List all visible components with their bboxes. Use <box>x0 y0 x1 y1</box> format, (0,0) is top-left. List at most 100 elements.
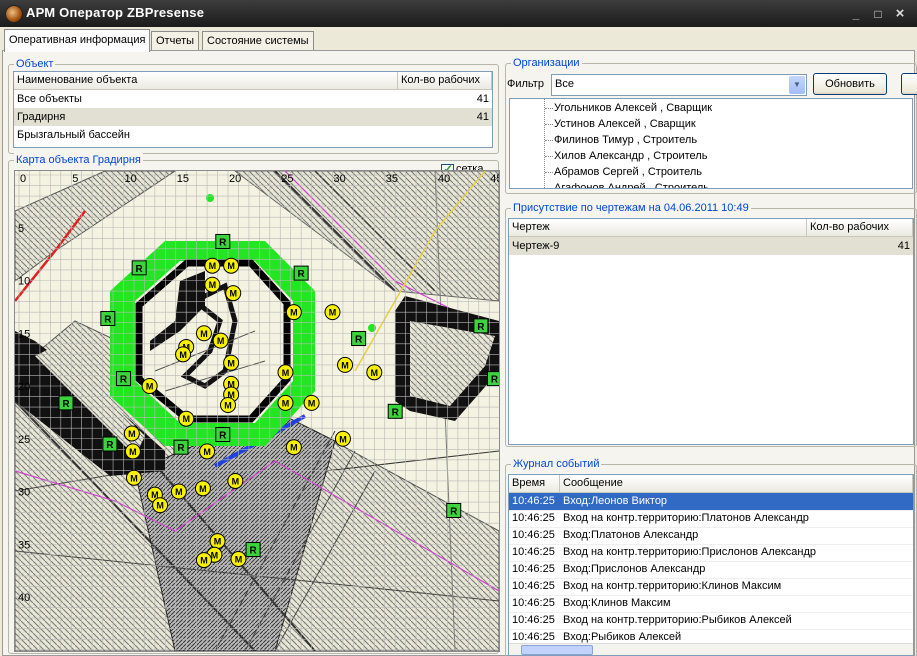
table-row-selected[interactable]: Чертеж-9 41 <box>509 237 913 255</box>
r-marker[interactable]: R <box>116 371 131 387</box>
column-header-message[interactable]: Сообщение <box>560 475 913 492</box>
m-marker[interactable]: M <box>199 443 216 460</box>
x-tick-label: 20 <box>229 173 241 185</box>
tree-item-worker[interactable]: Абрамов Сергей , Строитель <box>554 164 702 180</box>
m-marker[interactable]: M <box>277 394 294 411</box>
r-marker[interactable]: R <box>293 265 309 281</box>
m-marker[interactable]: M <box>230 551 247 568</box>
r-marker[interactable]: R <box>100 310 116 326</box>
r-marker[interactable]: R <box>215 427 231 443</box>
column-header-worker-count[interactable]: Кол-во рабочих <box>807 219 913 236</box>
r-marker[interactable]: R <box>351 331 367 347</box>
table-row-selected[interactable]: Градирня 41 <box>14 108 492 126</box>
x-tick-label: 5 <box>72 173 78 185</box>
m-marker[interactable]: M <box>285 304 302 321</box>
tab-reports[interactable]: Отчеты <box>151 31 200 50</box>
table-row[interactable]: 10:46:25 Вход на контр.территорию:Прислон… <box>509 544 913 562</box>
m-marker[interactable]: M <box>125 469 142 486</box>
m-marker[interactable]: M <box>223 354 240 371</box>
organizations-tree[interactable]: Угольников Алексей , Сварщик Устинов Але… <box>509 98 913 189</box>
r-marker[interactable]: R <box>473 318 489 334</box>
r-marker[interactable]: R <box>58 395 74 411</box>
table-row[interactable]: Все объекты 41 <box>14 90 492 108</box>
m-marker-label: M <box>308 398 316 408</box>
m-marker[interactable]: M <box>175 346 192 363</box>
r-marker-label: R <box>392 407 400 418</box>
m-marker[interactable]: M <box>204 257 221 274</box>
table-row[interactable]: Брызгальный бассейн <box>14 126 492 144</box>
maximize-button[interactable]: □ <box>868 6 888 22</box>
site-map-canvas[interactable]: 0 5 10 15 20 25 30 35 40 45 5 10 15 20 25 30 35 40 R R R R R… <box>15 171 499 651</box>
filter-select[interactable]: Все ▼ <box>551 74 807 96</box>
tree-item-worker[interactable]: Устинов Алексей , Сварщик <box>554 116 696 132</box>
r-marker[interactable]: R <box>486 371 499 387</box>
r-marker[interactable]: R <box>446 502 462 518</box>
tab-system-state[interactable]: Состояние системы <box>202 31 314 50</box>
m-marker[interactable]: M <box>227 472 244 489</box>
m-marker[interactable]: M <box>141 378 158 394</box>
r-marker[interactable]: R <box>173 439 189 455</box>
site-map[interactable]: 0 5 10 15 20 25 30 35 40 45 5 10 15 20 25 30 35 40 R R R R R… <box>14 170 500 652</box>
m-marker[interactable]: M <box>124 443 141 460</box>
tree-item-worker[interactable]: Хилов Александр , Строитель <box>554 148 707 164</box>
object-count-cell <box>398 126 492 144</box>
r-marker[interactable]: R <box>387 403 403 419</box>
r-marker[interactable]: R <box>245 542 261 558</box>
column-header-worker-count[interactable]: Кол-во рабочих <box>398 72 492 89</box>
m-marker-label: M <box>339 434 347 444</box>
tree-item-worker[interactable]: Угольников Алексей , Сварщик <box>554 100 712 116</box>
m-marker[interactable]: M <box>195 552 212 569</box>
tree-item-worker[interactable]: Агафонов Андрей , Строитель <box>554 180 709 188</box>
m-marker[interactable]: M <box>303 394 320 411</box>
m-marker[interactable]: M <box>194 480 211 497</box>
horizontal-scrollbar[interactable] <box>509 643 913 655</box>
column-header-drawing[interactable]: Чертеж <box>509 219 807 236</box>
column-header-time[interactable]: Время <box>509 475 560 492</box>
m-marker[interactable]: M <box>212 332 229 349</box>
column-header-object-name[interactable]: Наименование объекта <box>14 72 398 89</box>
m-marker[interactable]: M <box>225 285 242 302</box>
close-button[interactable]: × <box>890 6 910 22</box>
tree-connector <box>545 140 553 142</box>
tab-operational-info[interactable]: Оперативная информация <box>4 29 151 52</box>
m-marker-label: M <box>214 537 222 547</box>
m-marker[interactable]: M <box>178 410 195 427</box>
x-tick-label: 45 <box>490 173 499 185</box>
table-row-selected[interactable]: 10:46:25 Вход:Леонов Виктор <box>509 493 913 511</box>
r-marker[interactable]: R <box>131 260 147 276</box>
table-row[interactable]: 10:46:25 Вход на контр.территорию:Клинов … <box>509 578 913 596</box>
tree-connector <box>544 99 546 188</box>
m-marker[interactable]: M <box>324 304 341 321</box>
extra-button[interactable] <box>901 73 917 95</box>
table-row[interactable]: 10:46:25 Вход:Платонов Александр <box>509 527 913 545</box>
table-row[interactable]: 10:46:25 Вход на контр.территорию:Рыбиков… <box>509 612 913 630</box>
event-time-cell: 10:46:25 <box>512 529 555 541</box>
tree-item-worker[interactable]: Филинов Тимур , Строитель <box>554 132 697 148</box>
m-marker[interactable]: M <box>209 533 226 550</box>
table-row[interactable]: 10:46:25 Вход на контр.территорию:Платоно… <box>509 510 913 528</box>
r-marker[interactable]: R <box>215 233 231 249</box>
m-marker[interactable]: M <box>366 364 383 381</box>
m-marker[interactable]: M <box>223 257 240 274</box>
scrollbar-thumb[interactable] <box>521 645 593 655</box>
m-marker[interactable]: M <box>152 497 169 514</box>
m-marker[interactable]: M <box>285 439 302 456</box>
refresh-button[interactable]: Обновить <box>813 73 887 95</box>
table-row[interactable]: 10:46:25 Вход:Клинов Максим <box>509 595 913 613</box>
m-marker[interactable]: M <box>204 276 221 293</box>
chevron-down-icon[interactable]: ▼ <box>789 76 805 94</box>
table-row[interactable]: 10:46:25 Вход:Прислонов Александр <box>509 561 913 579</box>
m-marker[interactable]: M <box>170 483 187 500</box>
r-marker[interactable]: R <box>102 436 118 452</box>
event-message-cell: Вход:Леонов Виктор <box>563 495 668 507</box>
minimize-button[interactable]: _ <box>846 6 866 22</box>
event-message-cell: Вход на контр.территорию:Клинов Максим <box>563 580 782 592</box>
m-marker[interactable]: M <box>195 325 212 342</box>
y-tick-label: 10 <box>18 276 30 288</box>
x-tick-label: 30 <box>334 173 346 185</box>
m-marker[interactable]: M <box>123 425 140 442</box>
m-marker[interactable]: M <box>220 396 236 413</box>
m-marker[interactable]: M <box>277 364 294 381</box>
m-marker[interactable]: M <box>337 356 354 373</box>
m-marker[interactable]: M <box>334 430 351 447</box>
